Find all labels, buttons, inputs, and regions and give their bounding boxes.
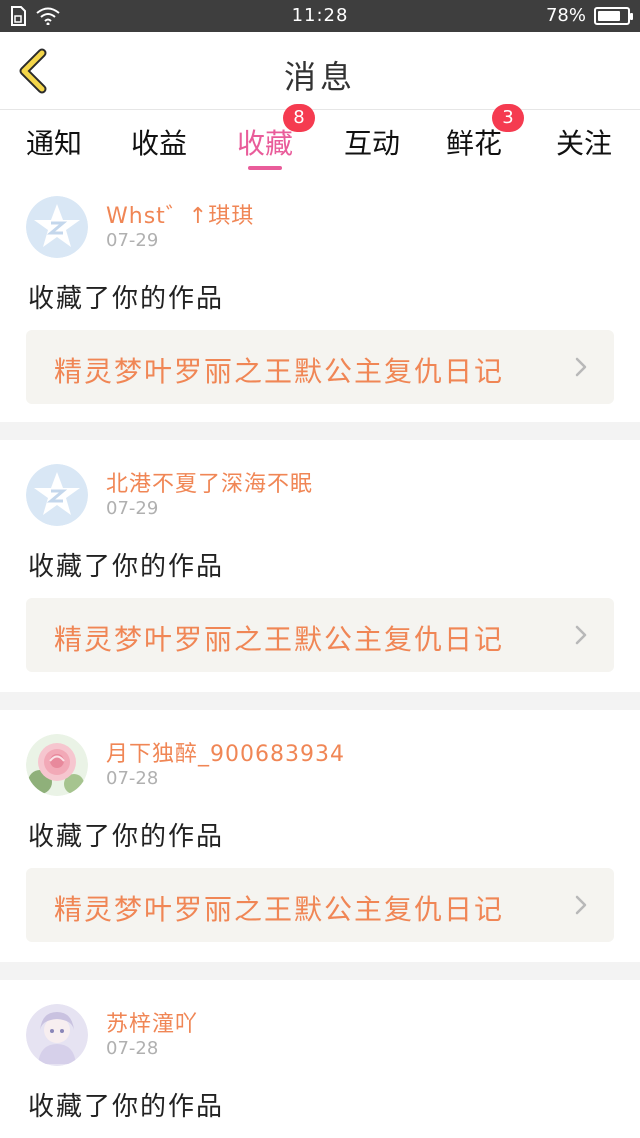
- card-divider: [0, 962, 640, 980]
- active-tab-indicator: [248, 166, 282, 170]
- default-avatar-icon[interactable]: [26, 196, 88, 258]
- tab-earnings[interactable]: 收益: [131, 122, 187, 168]
- action-text: 收藏了你的作品: [28, 1092, 225, 1122]
- tab-favorites[interactable]: 收藏 8: [237, 104, 316, 170]
- status-right: 78%: [545, 5, 633, 26]
- message-card: 苏梓潼吖 07-28 收藏了你的作品: [0, 980, 640, 1138]
- page-title: 消息: [283, 58, 356, 96]
- anime-avatar[interactable]: [26, 1004, 88, 1066]
- card-divider: [0, 692, 640, 710]
- action-text: 收藏了你的作品: [28, 822, 225, 852]
- message-card: 北港不夏了深海不眠 07-29 收藏了你的作品 精灵梦叶罗丽之王默公主复仇日记: [0, 440, 640, 692]
- message-card: 月下独醉_900683934 07-28 收藏了你的作品 精灵梦叶罗丽之王默公主…: [0, 710, 640, 962]
- tab-flowers[interactable]: 鲜花 3: [446, 104, 525, 168]
- tab-follows[interactable]: 关注: [556, 122, 612, 168]
- user-name[interactable]: 北港不夏了深海不眠: [106, 466, 313, 498]
- flowers-count-badge: 3: [492, 104, 525, 132]
- battery-fill: [598, 10, 620, 21]
- work-link[interactable]: 精灵梦叶罗丽之王默公主复仇日记: [26, 868, 614, 942]
- user-name[interactable]: Whst゛↑琪琪: [106, 198, 254, 230]
- chevron-right-icon: [575, 625, 587, 645]
- battery-percent: 78%: [545, 5, 586, 26]
- tab-label: 互动: [344, 127, 401, 160]
- tab-interactions[interactable]: 互动: [344, 122, 400, 168]
- message-date: 07-28: [106, 768, 159, 789]
- battery-icon: [594, 6, 633, 25]
- tab-notifications[interactable]: 通知: [26, 122, 82, 168]
- tab-label: 鲜花: [446, 127, 503, 160]
- message-date: 07-29: [106, 498, 159, 519]
- status-bar: 11:28 78%: [0, 0, 640, 32]
- action-text: 收藏了你的作品: [28, 552, 225, 582]
- card-divider: [0, 422, 640, 440]
- tab-label: 收益: [131, 127, 188, 160]
- message-feed: Whst゛↑琪琪 07-29 收藏了你的作品 精灵梦叶罗丽之王默公主复仇日记 北…: [0, 172, 640, 1138]
- user-name[interactable]: 苏梓潼吖: [106, 1006, 198, 1038]
- tab-bar: 通知 收益 收藏 8 互动 鲜花 3 关注: [0, 104, 640, 172]
- favorites-count-badge: 8: [283, 104, 316, 132]
- action-text: 收藏了你的作品: [28, 284, 225, 314]
- chevron-right-icon: [575, 357, 587, 377]
- default-avatar-icon[interactable]: [26, 464, 88, 526]
- rose-avatar[interactable]: [26, 734, 88, 796]
- message-date: 07-28: [106, 1038, 159, 1059]
- work-link[interactable]: 精灵梦叶罗丽之王默公主复仇日记: [26, 598, 614, 672]
- tab-label: 收藏: [237, 127, 294, 160]
- work-title: 精灵梦叶罗丽之王默公主复仇日记: [54, 623, 505, 656]
- nav-header: 消息: [0, 32, 640, 110]
- user-name[interactable]: 月下独醉_900683934: [106, 736, 345, 768]
- work-title: 精灵梦叶罗丽之王默公主复仇日记: [54, 355, 505, 388]
- status-time: 11:28: [291, 5, 349, 26]
- message-date: 07-29: [106, 230, 159, 251]
- chevron-right-icon: [575, 895, 587, 915]
- work-link[interactable]: 精灵梦叶罗丽之王默公主复仇日记: [26, 330, 614, 404]
- tab-label: 关注: [556, 127, 613, 160]
- message-card: Whst゛↑琪琪 07-29 收藏了你的作品 精灵梦叶罗丽之王默公主复仇日记: [0, 172, 640, 422]
- work-title: 精灵梦叶罗丽之王默公主复仇日记: [54, 893, 505, 926]
- tab-label: 通知: [26, 127, 83, 160]
